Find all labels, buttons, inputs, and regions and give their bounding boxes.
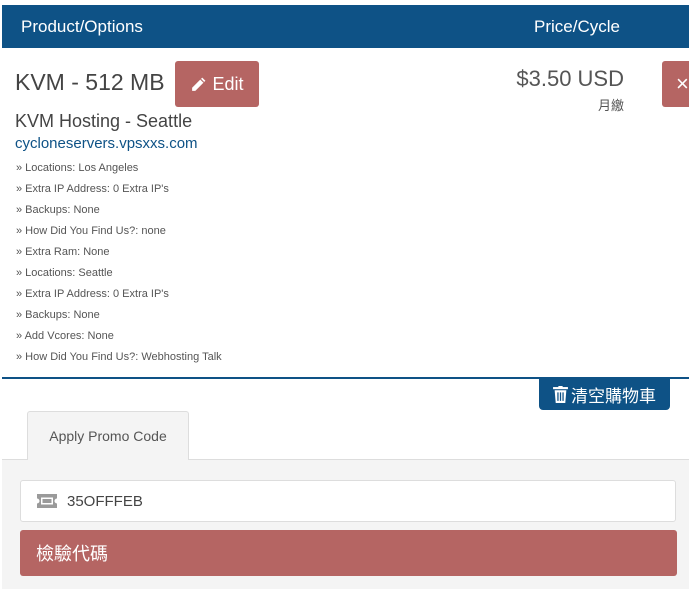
- price-cycle-header: Price/Cycle: [534, 17, 620, 36]
- remove-item-button[interactable]: ×: [662, 61, 689, 107]
- option-item: » Backups: None: [16, 309, 100, 321]
- billing-cycle: 月繳: [597, 98, 624, 113]
- validate-code-label: 檢驗代碼: [36, 544, 108, 564]
- product-group: KVM Hosting - Seattle: [15, 111, 193, 131]
- option-item: » Add Vcores: None: [16, 330, 114, 342]
- option-item: » How Did You Find Us?: Webhosting Talk: [16, 351, 222, 363]
- option-item: » Extra IP Address: 0 Extra IP's: [16, 183, 169, 195]
- promo-code-input[interactable]: 35OFFFEB: [20, 480, 676, 522]
- cart-table-header: Product/Options Price/Cycle: [2, 5, 689, 48]
- edit-button[interactable]: Edit: [175, 61, 259, 107]
- product-domain: cycloneservers.vpsxxs.com: [15, 135, 198, 152]
- ticket-icon: [37, 494, 57, 508]
- edit-label: Edit: [212, 73, 244, 94]
- option-item: » How Did You Find Us?: none: [16, 225, 166, 237]
- promo-code-value: 35OFFFEB: [67, 492, 143, 510]
- item-price: $3.50 USD: [516, 66, 624, 91]
- cart-item: KVM - 512 MB Edit KVM Hosting - Seattle …: [2, 48, 689, 379]
- pencil-icon: [192, 77, 206, 91]
- validate-code-button[interactable]: 檢驗代碼: [20, 530, 677, 576]
- option-item: » Backups: None: [16, 204, 100, 216]
- option-item: » Extra IP Address: 0 Extra IP's: [16, 288, 169, 300]
- empty-cart-button[interactable]: 清空購物車: [539, 378, 670, 410]
- close-icon: ×: [676, 71, 689, 96]
- product-title: KVM - 512 MB: [15, 69, 165, 95]
- tab-apply-promo-code[interactable]: Apply Promo Code: [27, 411, 189, 460]
- tab-label: Apply Promo Code: [49, 428, 167, 444]
- option-item: » Locations: Seattle: [16, 267, 113, 279]
- trash-icon: [553, 385, 568, 403]
- option-item: » Locations: Los Angeles: [16, 162, 139, 174]
- product-options-list: » Locations: Los Angeles » Extra IP Addr…: [16, 158, 222, 368]
- option-item: » Extra Ram: None: [16, 246, 110, 258]
- product-options-header: Product/Options: [21, 17, 143, 36]
- empty-cart-label: 清空購物車: [571, 386, 656, 406]
